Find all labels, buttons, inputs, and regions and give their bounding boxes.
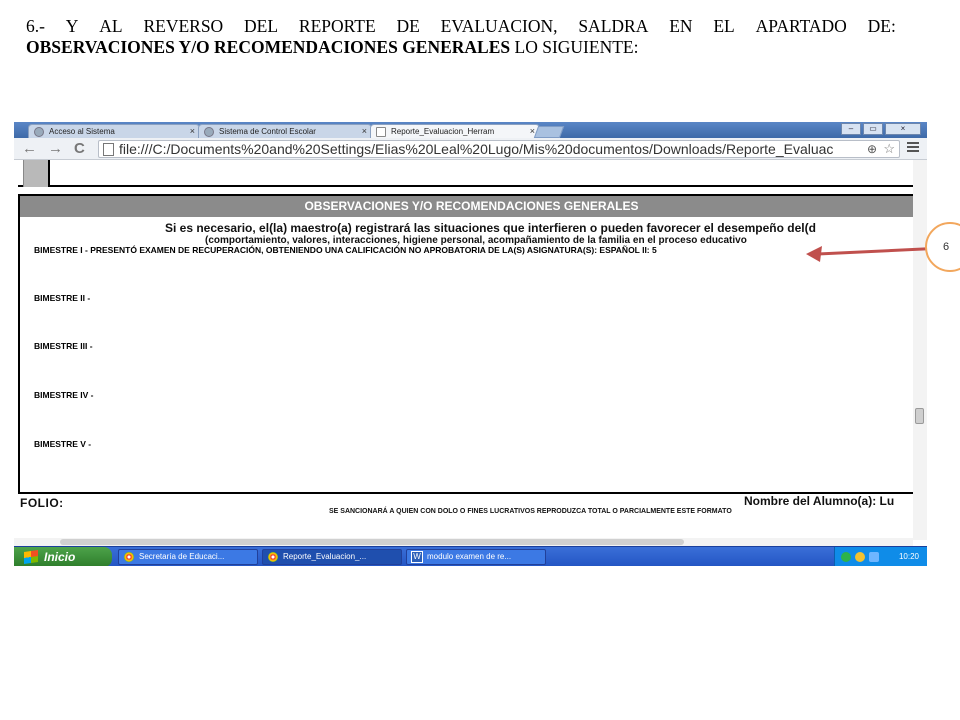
callout-arrow (806, 246, 945, 262)
arrow-head (806, 246, 822, 262)
